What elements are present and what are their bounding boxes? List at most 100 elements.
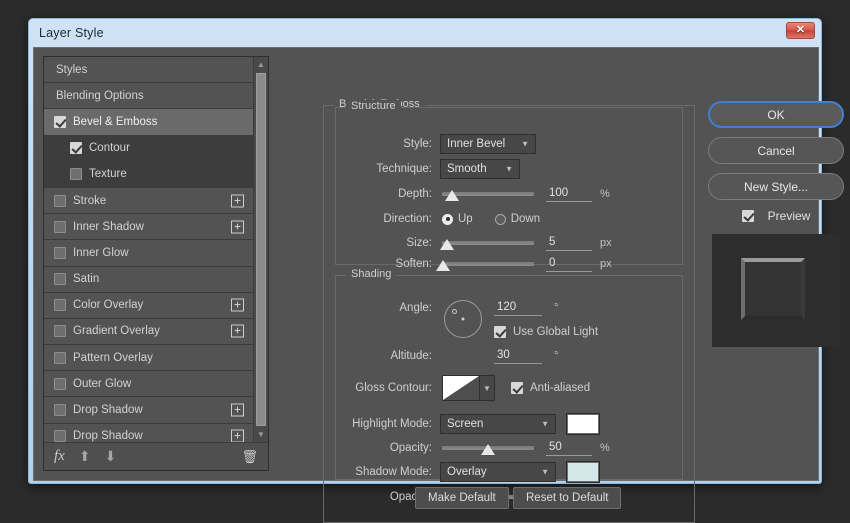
angle-row: Angle: 120 °: [336, 298, 682, 318]
soften-slider-knob[interactable]: [436, 260, 450, 271]
size-slider-knob[interactable]: [440, 239, 454, 250]
add-effect-icon[interactable]: +: [231, 404, 244, 417]
highlight-mode-select[interactable]: Screen ▼: [440, 414, 556, 434]
direction-label: Direction:: [336, 213, 432, 225]
technique-select[interactable]: Smooth ▼: [440, 159, 520, 179]
style-list-item[interactable]: Blending Options: [44, 83, 253, 109]
style-list-item[interactable]: Bevel & Emboss: [44, 109, 253, 135]
preview-bevel-square: [741, 258, 805, 320]
style-list-item[interactable]: Contour: [44, 136, 253, 162]
use-global-light-checkbox[interactable]: [494, 326, 506, 338]
gloss-contour-preview[interactable]: [442, 375, 480, 401]
shading-group-title: Shading: [346, 268, 396, 280]
highlight-mode-row: Highlight Mode: Screen ▼: [336, 414, 682, 434]
move-down-icon[interactable]: ⬇: [105, 448, 117, 465]
direction-down-radio[interactable]: Down: [495, 213, 540, 225]
highlight-opacity-knob[interactable]: [481, 444, 495, 455]
ok-button[interactable]: OK: [708, 101, 844, 128]
window-title: Layer Style: [39, 26, 104, 40]
style-list-item[interactable]: Gradient Overlay +: [44, 319, 253, 345]
style-list-item[interactable]: Pattern Overlay: [44, 345, 253, 371]
scroll-down-icon[interactable]: ▼: [254, 427, 268, 442]
move-up-icon[interactable]: ⬆: [79, 448, 91, 465]
direction-up-radio[interactable]: Up: [442, 213, 473, 225]
dialog-body: Styles Blending OptionsBevel & EmbossCont…: [33, 47, 819, 481]
style-item-checkbox[interactable]: [54, 378, 66, 390]
make-default-button[interactable]: Make Default: [415, 487, 509, 509]
add-effect-icon[interactable]: +: [231, 299, 244, 312]
delete-icon[interactable]: 🗑: [241, 449, 258, 465]
style-list-item[interactable]: Inner Glow: [44, 240, 253, 266]
highlight-opacity-value[interactable]: 50: [546, 441, 592, 456]
style-list-item[interactable]: Satin: [44, 267, 253, 293]
style-item-checkbox[interactable]: [70, 142, 82, 154]
size-slider[interactable]: [442, 236, 534, 250]
angle-dial-handle[interactable]: [452, 309, 457, 314]
shadow-mode-select[interactable]: Overlay ▼: [440, 462, 556, 482]
highlight-opacity-slider[interactable]: [442, 441, 534, 455]
anti-aliased-row[interactable]: Anti-aliased: [511, 382, 590, 394]
scroll-up-icon[interactable]: ▲: [254, 57, 268, 72]
shadow-color-swatch[interactable]: [566, 461, 600, 483]
styles-list[interactable]: Styles Blending OptionsBevel & EmbossCont…: [44, 57, 253, 442]
style-list-item[interactable]: Color Overlay+: [44, 293, 253, 319]
fx-icon[interactable]: fx: [54, 448, 65, 465]
gloss-contour-row: Gloss Contour: ▼ Anti-aliased: [336, 373, 682, 403]
highlight-color-swatch[interactable]: [566, 413, 600, 435]
style-item-checkbox[interactable]: [54, 247, 66, 259]
style-item-checkbox[interactable]: [54, 325, 66, 337]
chevron-down-icon[interactable]: ▼: [480, 375, 495, 401]
styles-panel: Styles Blending OptionsBevel & EmbossCont…: [43, 56, 269, 471]
chevron-down-icon: ▼: [541, 420, 549, 429]
style-list-item[interactable]: Styles: [44, 57, 253, 83]
reset-to-default-button[interactable]: Reset to Default: [513, 487, 621, 509]
style-list-item[interactable]: Drop Shadow+: [44, 424, 253, 442]
soften-slider[interactable]: [442, 257, 534, 271]
altitude-value[interactable]: 30: [494, 349, 542, 364]
style-list-item[interactable]: Stroke+: [44, 188, 253, 214]
style-item-checkbox[interactable]: [54, 352, 66, 364]
close-icon[interactable]: ✕: [786, 22, 815, 39]
style-item-label: Gradient Overlay: [73, 325, 160, 337]
size-label: Size:: [336, 237, 432, 249]
style-item-label: Styles: [56, 64, 87, 76]
depth-value[interactable]: 100: [546, 187, 592, 202]
style-select[interactable]: Inner Bevel ▼: [440, 134, 536, 154]
use-global-light-row[interactable]: Use Global Light: [494, 322, 598, 342]
style-item-checkbox[interactable]: [54, 273, 66, 285]
preview-checkbox[interactable]: [742, 210, 754, 222]
add-effect-icon[interactable]: +: [231, 430, 244, 442]
style-item-checkbox[interactable]: [54, 299, 66, 311]
style-item-checkbox[interactable]: [54, 430, 66, 442]
styles-scrollbar[interactable]: ▲ ▼: [253, 57, 268, 442]
style-item-checkbox[interactable]: [54, 404, 66, 416]
style-item-checkbox[interactable]: [54, 195, 66, 207]
anti-aliased-checkbox[interactable]: [511, 382, 523, 394]
add-effect-icon[interactable]: +: [231, 220, 244, 233]
scrollbar-thumb[interactable]: [256, 73, 266, 426]
chevron-down-icon: ▼: [521, 140, 529, 149]
style-list-item[interactable]: Texture: [44, 162, 253, 188]
cancel-button[interactable]: Cancel: [708, 137, 844, 164]
style-select-value: Inner Bevel: [447, 138, 505, 150]
depth-slider[interactable]: [442, 187, 534, 201]
gloss-contour-picker[interactable]: ▼: [442, 375, 495, 401]
depth-slider-knob[interactable]: [445, 190, 459, 201]
angle-value[interactable]: 120: [494, 301, 542, 316]
angle-dial[interactable]: [444, 300, 482, 338]
action-buttons-column: OK Cancel New Style... Preview: [708, 101, 844, 347]
preview-toggle[interactable]: Preview: [708, 209, 844, 223]
style-list-item[interactable]: Drop Shadow+: [44, 397, 253, 423]
style-item-checkbox[interactable]: [70, 168, 82, 180]
depth-unit: %: [600, 188, 610, 200]
add-effect-icon[interactable]: +: [231, 194, 244, 207]
style-item-checkbox[interactable]: [54, 221, 66, 233]
style-list-item[interactable]: Inner Shadow+: [44, 214, 253, 240]
size-value[interactable]: 5: [546, 236, 592, 251]
style-item-checkbox[interactable]: [54, 116, 66, 128]
new-style-button[interactable]: New Style...: [708, 173, 844, 200]
add-effect-icon[interactable]: +: [231, 325, 244, 338]
soften-value[interactable]: 0: [546, 257, 592, 272]
style-list-item[interactable]: Outer Glow: [44, 371, 253, 397]
scrollbar-track[interactable]: [254, 72, 268, 427]
